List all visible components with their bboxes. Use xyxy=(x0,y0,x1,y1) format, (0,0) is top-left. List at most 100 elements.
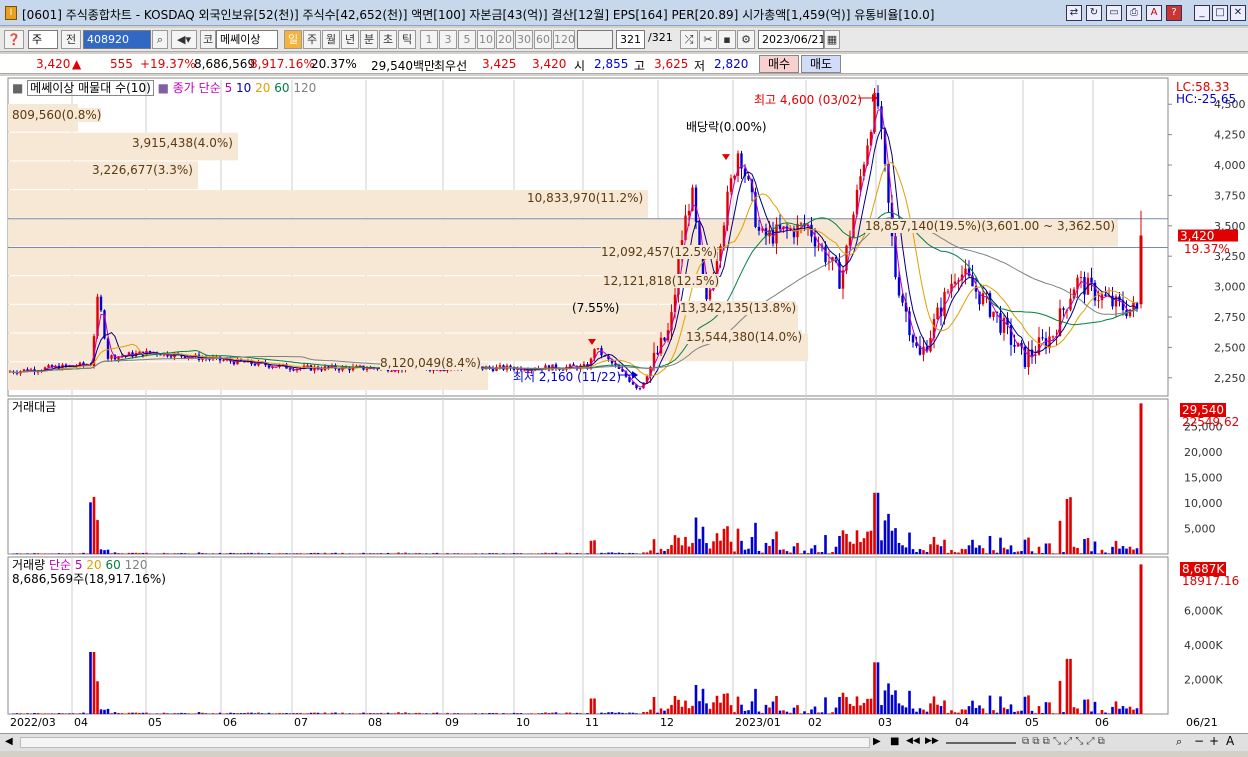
link-icon[interactable]: ⇄ xyxy=(1066,5,1082,21)
amount-bar xyxy=(1128,546,1132,554)
amount-bar xyxy=(1041,553,1044,554)
interval-5[interactable]: 5 xyxy=(458,30,476,49)
volume-bar xyxy=(246,712,250,714)
print-icon[interactable]: ⎙ xyxy=(1126,5,1142,21)
volume-profile-label: 18,857,140(19.5%)(3,601.00 ~ 3,362.50) xyxy=(865,219,1116,233)
close-button[interactable]: ✕ xyxy=(1230,5,1246,21)
interval-30[interactable]: 30 xyxy=(515,30,533,49)
amount-bar xyxy=(701,526,705,554)
interval-60[interactable]: 60 xyxy=(534,30,552,49)
volume-bar xyxy=(1107,713,1111,714)
interval-10[interactable]: 10 xyxy=(477,30,495,49)
candle-body xyxy=(1062,308,1065,310)
volume-tick-label: 2,000K xyxy=(1184,674,1223,687)
amount-bar xyxy=(939,546,943,554)
settings-icon[interactable]: ⚙ xyxy=(737,30,755,49)
buy-button[interactable]: 매수 xyxy=(759,55,799,73)
auto-scale-icon[interactable]: A xyxy=(1226,734,1238,748)
font-icon[interactable]: A xyxy=(1146,5,1162,21)
amount-bar xyxy=(971,539,974,554)
amount-bar xyxy=(764,542,768,554)
amount-bar xyxy=(127,552,131,554)
chart-scroll-bar: ◀ ▶ ■ ◀◀ ▶▶ ⧉ ⧉ ⧉ ⤡ ⤢ ⤡ ⤢ ⧉ ⌕ − + A xyxy=(0,733,1248,751)
sell-button[interactable]: 매도 xyxy=(801,55,841,73)
stock-search-icon[interactable]: ❓ xyxy=(4,30,24,49)
amount-bar xyxy=(540,553,544,554)
magnifier-icon[interactable]: ⌕ xyxy=(152,30,168,49)
volume-bar xyxy=(267,712,271,714)
amount-bar xyxy=(15,553,19,554)
date-input[interactable]: 2023/06/21 xyxy=(758,30,824,49)
zoom-slider[interactable] xyxy=(946,742,1016,744)
zoom-icon[interactable]: ⌕ xyxy=(1176,735,1190,749)
volume-bar xyxy=(673,695,677,714)
volume-bar xyxy=(1135,708,1139,714)
amount-bar xyxy=(183,553,187,554)
period-year[interactable]: 년 xyxy=(341,30,359,49)
refresh-icon[interactable]: ↻ xyxy=(1086,5,1102,21)
speaker-icon[interactable]: ◀▾ xyxy=(171,30,197,49)
period-second[interactable]: 초 xyxy=(379,30,397,49)
chart-area[interactable]: 2022/03 04 05 06 07 08 09 10 11 12 2023/01 02 03 04 05… xyxy=(0,76,1248,733)
interval-120[interactable]: 120 xyxy=(553,30,575,49)
period-day[interactable]: 일 xyxy=(284,30,302,49)
minimize-button[interactable]: _ xyxy=(1194,5,1210,21)
jeon-button[interactable]: 전 xyxy=(61,30,81,49)
stop-icon[interactable]: ■ xyxy=(890,736,902,749)
low-label: 저 xyxy=(694,59,706,73)
interval-20[interactable]: 20 xyxy=(496,30,514,49)
calendar-icon[interactable]: ▦ xyxy=(824,30,840,49)
interval-input[interactable] xyxy=(577,30,613,49)
ask-price: 3,425 xyxy=(482,57,517,71)
restore-button[interactable]: □ xyxy=(1212,5,1228,21)
volume-bar xyxy=(484,713,488,714)
period-month[interactable]: 월 xyxy=(322,30,340,49)
amount-bar xyxy=(894,528,897,554)
amount-bar xyxy=(239,553,243,554)
scroll-right-icon[interactable]: ▶ xyxy=(873,736,885,749)
zoom-plus-icon[interactable]: + xyxy=(1209,734,1221,748)
volume-bar xyxy=(792,707,796,714)
rewind-icon[interactable]: ◀◀ xyxy=(906,736,922,749)
scroll-track[interactable] xyxy=(20,737,870,748)
stock-code-input[interactable]: 408920 xyxy=(83,30,151,49)
volume-bar xyxy=(313,712,316,714)
volume-bar xyxy=(1114,701,1118,714)
volume-bar xyxy=(404,712,407,714)
tool-icons[interactable]: ⧉ ⧉ ⧉ ⤡ ⤢ ⤡ ⤢ ⧉ xyxy=(1022,736,1122,749)
volume-bar xyxy=(652,697,656,714)
volume-bar xyxy=(372,713,376,714)
help-icon[interactable]: ? xyxy=(1166,5,1182,21)
amount-bar xyxy=(565,552,568,554)
type-select[interactable]: 주 xyxy=(28,30,58,49)
interval-1[interactable]: 1 xyxy=(420,30,438,49)
stock-name[interactable]: 메쎄이상 xyxy=(216,30,278,49)
amount-bar xyxy=(292,553,295,554)
amount-bar xyxy=(470,553,474,554)
period-week[interactable]: 주 xyxy=(303,30,321,49)
window-icon[interactable]: ▭ xyxy=(1106,5,1122,21)
amount-bar xyxy=(747,548,750,554)
interval-3[interactable]: 3 xyxy=(439,30,457,49)
save-icon[interactable]: ▪ xyxy=(718,30,736,49)
tool-icon[interactable]: ⤮ xyxy=(680,30,698,49)
zoom-minus-icon[interactable]: − xyxy=(1194,734,1206,748)
volume-bar xyxy=(113,712,117,714)
volume-bar xyxy=(1104,712,1107,714)
fastforward-icon[interactable]: ▶▶ xyxy=(925,736,941,749)
volume-bar xyxy=(635,713,638,714)
count-input[interactable]: 321 xyxy=(616,30,645,49)
volume-bar xyxy=(1069,658,1072,714)
x-tick-label: 2023/01 xyxy=(735,716,781,729)
volume-bar xyxy=(397,712,400,714)
x-tick-label: 03 xyxy=(878,716,892,729)
volume-bar xyxy=(194,713,197,714)
volume-bar xyxy=(141,712,145,714)
candle-body xyxy=(638,388,642,390)
amount-bar xyxy=(229,552,232,554)
amount-bar xyxy=(670,545,673,554)
period-minute[interactable]: 분 xyxy=(360,30,378,49)
scroll-left-icon[interactable]: ◀ xyxy=(5,736,17,749)
period-tick[interactable]: 틱 xyxy=(398,30,416,49)
scissors-icon[interactable]: ✂ xyxy=(699,30,717,49)
